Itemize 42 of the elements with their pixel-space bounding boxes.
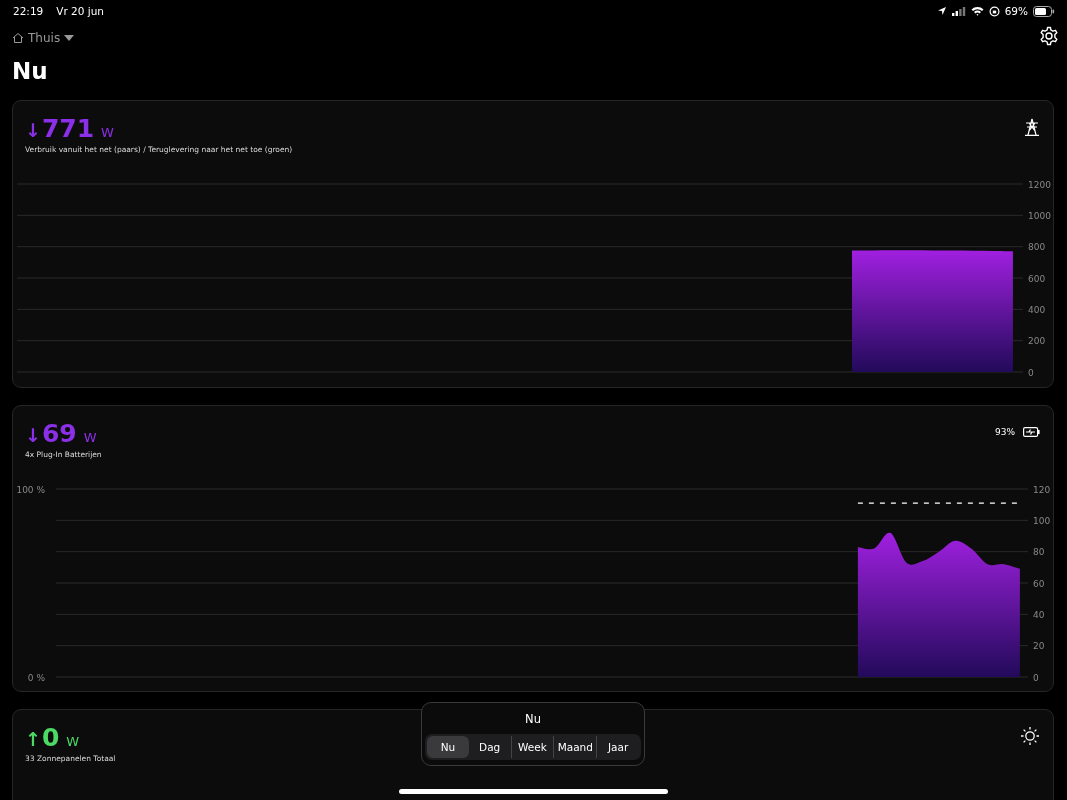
axis-label: 80 [1033, 547, 1045, 558]
axis-label: 600 [1028, 273, 1046, 284]
page-title: Nu [12, 57, 49, 86]
period-segment[interactable]: Jaar [596, 736, 639, 758]
status-date: Vr 20 jun [56, 5, 105, 17]
battery-charge: 93% [995, 427, 1015, 437]
period-segment[interactable]: Week [510, 736, 554, 758]
axis-label: 20 [1033, 641, 1045, 652]
power-reading: ↓771 W [25, 114, 115, 143]
rotation-lock-icon [988, 5, 1000, 17]
axis-label: 120 [1033, 484, 1051, 495]
period-title: Nu [525, 712, 541, 728]
axis-label: 100 [1033, 515, 1051, 526]
battery-icon [1033, 5, 1055, 17]
location-icon [936, 6, 947, 16]
axis-label: 1000 [1028, 210, 1051, 221]
power-reading: ↑0 W [25, 723, 81, 752]
home-icon [12, 32, 24, 44]
settings-icon[interactable] [1039, 26, 1059, 46]
sun-icon [1020, 726, 1040, 746]
period-segment[interactable]: Nu [427, 736, 469, 758]
axis-label: 60 [1033, 578, 1045, 589]
axis-label: 0 [1028, 367, 1034, 378]
period-segment[interactable]: Dag [468, 736, 511, 758]
wifi-icon [970, 6, 984, 16]
charging-battery-icon [1023, 427, 1040, 437]
axis-label: 40 [1033, 609, 1045, 620]
status-time: 22:19 [13, 5, 44, 17]
axis-label: 800 [1028, 242, 1046, 253]
caret-icon [64, 35, 75, 41]
axis-label: 1200 [1028, 179, 1051, 190]
power-reading: ↓69 W [25, 419, 98, 448]
axis-label: 200 [1028, 336, 1046, 347]
axis-label: 400 [1028, 304, 1046, 315]
period-segment[interactable]: Maand [553, 736, 597, 758]
power-pylon-icon [1024, 118, 1040, 136]
location-selector[interactable]: Thuis [12, 31, 75, 45]
signal-icon [951, 6, 966, 16]
axis-label: 0 % [27, 672, 45, 683]
axis-label: 100 % [16, 484, 45, 495]
axis-label: 0 [1033, 672, 1039, 683]
battery-percentage: 69% [1004, 5, 1028, 17]
